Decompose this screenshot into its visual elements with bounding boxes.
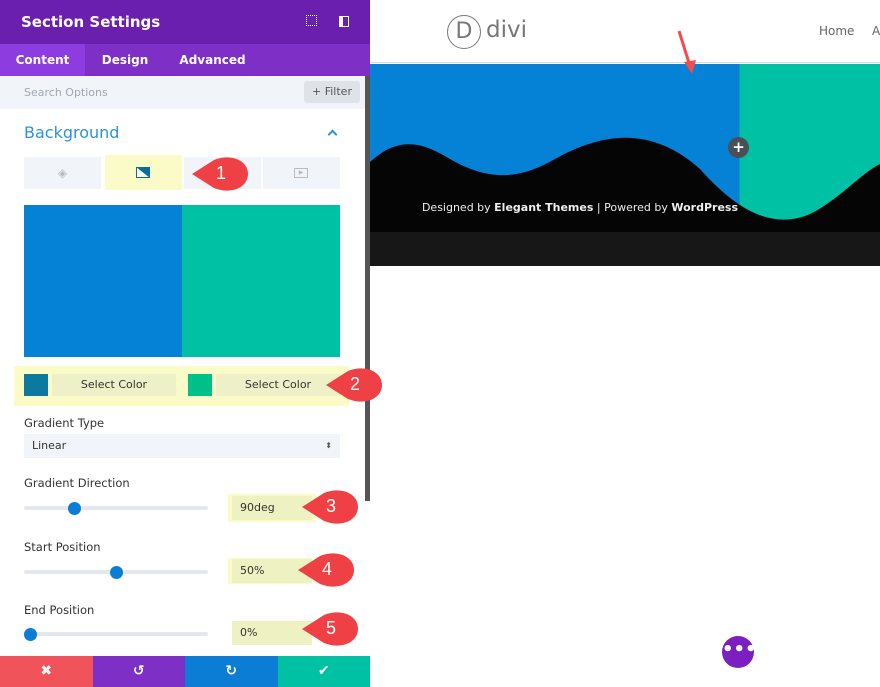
- annotation-marker: 4: [298, 553, 356, 587]
- nav-next[interactable]: A: [872, 24, 880, 38]
- redo-button[interactable]: ↻: [185, 656, 278, 687]
- color2-swatch[interactable]: [188, 374, 212, 396]
- search-input[interactable]: Search Options: [24, 86, 108, 99]
- bg-type-gradient[interactable]: [105, 155, 182, 190]
- end-position-input[interactable]: 0%: [232, 621, 312, 645]
- gradient-preview: [24, 205, 340, 357]
- footer-credits: Designed by Elegant Themes | Powered by …: [421, 201, 738, 214]
- search-bar: Search Options + Filter: [0, 76, 366, 109]
- slider-handle[interactable]: [24, 627, 37, 641]
- annotation-marker: 3: [302, 490, 360, 524]
- panel-title: Section Settings: [21, 13, 161, 31]
- divi-logo[interactable]: D: [447, 15, 481, 49]
- add-row-button[interactable]: +: [728, 137, 749, 158]
- paint-bucket-icon: ◈: [57, 166, 68, 180]
- discard-button[interactable]: ✖: [0, 656, 93, 687]
- wordpress-link[interactable]: WordPress: [671, 201, 738, 214]
- slider-handle[interactable]: [109, 565, 123, 579]
- gradient-direction-slider[interactable]: [24, 501, 208, 515]
- slider-handle[interactable]: [68, 501, 82, 515]
- select-color1-button[interactable]: Select Color: [52, 374, 176, 396]
- bg-type-video[interactable]: ▶: [263, 157, 340, 189]
- annotation-marker: 1: [192, 157, 250, 191]
- background-section-title[interactable]: Background: [24, 123, 119, 142]
- tab-advanced[interactable]: Advanced: [165, 44, 260, 76]
- panel-header: Section Settings: [0, 0, 370, 44]
- end-position-slider[interactable]: [24, 627, 208, 641]
- arrow-annotation-icon: [677, 30, 696, 74]
- start-position-label: Start Position: [24, 540, 101, 554]
- site-preview: D divi Home A Designed by Elegant Themes…: [370, 0, 880, 687]
- gradient-direction-label: Gradient Direction: [24, 476, 130, 490]
- gradient-direction-input[interactable]: 90deg: [232, 496, 312, 520]
- select-color2-button[interactable]: Select Color: [216, 374, 340, 396]
- page-settings-button[interactable]: •••: [722, 636, 757, 668]
- panel-tabs: Content Design Advanced: [0, 44, 370, 76]
- site-header: D divi Home A: [370, 0, 880, 63]
- video-icon: ▶: [294, 168, 308, 178]
- start-position-slider[interactable]: [24, 565, 208, 579]
- filter-button[interactable]: + Filter: [304, 81, 360, 103]
- collapse-chevron-icon[interactable]: [327, 129, 338, 140]
- gradient-icon: [136, 167, 150, 178]
- sidebar-toggle-icon[interactable]: [339, 16, 349, 27]
- select-arrows-icon: ⬍: [325, 441, 332, 450]
- nav-home[interactable]: Home: [819, 24, 854, 38]
- logo-text: divi: [486, 17, 527, 43]
- save-button[interactable]: ✔: [277, 656, 370, 687]
- tab-content[interactable]: Content: [0, 44, 85, 76]
- color1-swatch[interactable]: [24, 374, 48, 396]
- annotation-marker: 2: [326, 368, 384, 402]
- gradient-type-select[interactable]: Linear ⬍: [24, 434, 340, 458]
- bg-type-color[interactable]: ◈: [24, 157, 101, 189]
- panel-scrollbar[interactable]: [365, 76, 370, 501]
- elegant-themes-link[interactable]: Elegant Themes: [494, 201, 593, 214]
- end-position-label: End Position: [24, 603, 95, 617]
- gradient-type-label: Gradient Type: [24, 416, 105, 430]
- tab-design[interactable]: Design: [85, 44, 165, 76]
- annotation-marker: 5: [302, 612, 360, 646]
- footer-bottom-bar: [370, 232, 880, 266]
- fullscreen-icon[interactable]: [306, 15, 317, 26]
- undo-button[interactable]: ↺: [92, 656, 185, 687]
